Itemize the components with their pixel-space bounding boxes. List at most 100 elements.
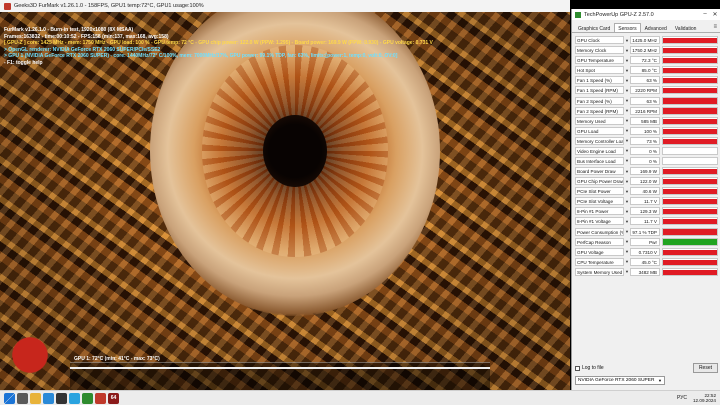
windows-start-icon[interactable] bbox=[4, 392, 15, 404]
furmark-title: Geeks3D FurMark v1.26.1.0 - 158FPS, GPU1… bbox=[14, 3, 204, 9]
sensor-graph-fill bbox=[663, 168, 717, 175]
sensor-graph-fill bbox=[663, 189, 717, 195]
sensor-row: PCIe Slot Voltage ▼ 11.7 V bbox=[575, 196, 718, 206]
terminal-icon[interactable] bbox=[56, 392, 67, 404]
tab-advanced[interactable]: Advanced bbox=[641, 23, 671, 32]
gpu-temp-graph-label: GPU 1: 72°C (min: 41°C - max: 73°C) bbox=[74, 356, 160, 362]
osd-line: > OpenGL renderer: NVIDIA GeForce RTX 20… bbox=[4, 46, 161, 53]
sensor-label: GPU Chip Power Draw bbox=[575, 177, 624, 186]
menu-icon[interactable]: ≡ bbox=[710, 23, 720, 32]
sensor-list: GPU Clock ▼ 1425.0 MHz Memory Clock ▼ 1750.2 … bbox=[575, 35, 718, 277]
sensor-graph-fill bbox=[663, 238, 717, 245]
tab-validation[interactable]: Validation bbox=[671, 23, 701, 32]
furmark-titlebar[interactable]: Geeks3D FurMark v1.26.1.0 - 158FPS, GPU1… bbox=[0, 0, 570, 12]
sensor-value: 72.3 °C bbox=[630, 56, 660, 65]
sensor-label: Fan 2 Speed (RPM) bbox=[575, 106, 624, 115]
sensor-label: 8-Pin #1 Voltage bbox=[575, 217, 624, 226]
sensor-value: 122.0 W bbox=[630, 177, 660, 186]
gpuz-window: TechPowerUp GPU-Z 2.57.0 – ✕ Graphics Ca… bbox=[571, 9, 720, 390]
chevron-down-icon: ▼ bbox=[658, 378, 662, 383]
sensor-row: GPU Temperature ▼ 72.3 °C bbox=[575, 55, 718, 65]
language-indicator[interactable]: РУС bbox=[677, 395, 687, 401]
sensor-value: 2220 RPM bbox=[630, 86, 660, 95]
gpuz-app-icon bbox=[575, 11, 581, 18]
sensor-row: Bus Interface Load ▼ 0 % bbox=[575, 156, 718, 166]
sensor-graph bbox=[662, 56, 718, 65]
gpuz-footer: Log to file Reset NVIDIA GeForce RTX 206… bbox=[575, 363, 718, 385]
sensor-label: Memory Controller Load bbox=[575, 136, 624, 145]
sensor-row: GPU Load ▼ 100 % bbox=[575, 126, 718, 136]
sensor-label: Hot Spot bbox=[575, 66, 624, 75]
gpuz-icon[interactable] bbox=[82, 392, 93, 404]
sensor-graph bbox=[662, 96, 718, 105]
clock[interactable]: 22:52 12.09.2024 bbox=[693, 393, 716, 404]
file-explorer-icon[interactable] bbox=[30, 392, 41, 404]
sensor-graph bbox=[662, 146, 718, 155]
telegram-icon[interactable] bbox=[69, 392, 80, 404]
sensor-label: Fan 1 Speed (RPM) bbox=[575, 86, 624, 95]
sensor-row: Fan 2 Speed (%) ▼ 63 % bbox=[575, 95, 718, 105]
sensor-value: Pwr bbox=[630, 237, 660, 246]
sensor-value: 0.7310 V bbox=[630, 247, 660, 256]
browser-icon[interactable] bbox=[43, 392, 54, 404]
sensor-label: CPU Temperature bbox=[575, 257, 624, 266]
furmark-osd: FurMark v1.26.1.0 - Burn-in test, 1920x1… bbox=[4, 27, 433, 67]
osd-line: FurMark v1.26.1.0 - Burn-in test, 1920x1… bbox=[4, 27, 134, 33]
sensor-row: 8-Pin #1 Voltage ▼ 11.7 V bbox=[575, 216, 718, 226]
sensor-label: GPU Temperature bbox=[575, 56, 624, 65]
sensor-graph-fill bbox=[663, 48, 717, 54]
sensor-row: 8-Pin #1 Power ▼ 129.3 W bbox=[575, 206, 718, 216]
sensor-graph bbox=[662, 126, 718, 135]
sensor-row: Fan 1 Speed (RPM) ▼ 2220 RPM bbox=[575, 85, 718, 95]
tab-sensors[interactable]: Sensors bbox=[614, 23, 641, 32]
reset-button[interactable]: Reset bbox=[692, 363, 718, 373]
sensor-row: GPU Chip Power Draw ▼ 122.0 W bbox=[575, 176, 718, 186]
sensor-label: Memory Clock bbox=[575, 46, 624, 55]
close-icon[interactable]: ✕ bbox=[710, 11, 720, 18]
sensor-row: PerfCap Reason ▼ Pwr bbox=[575, 237, 718, 247]
sensor-row: System Memory Used ▼ 3482 MB bbox=[575, 267, 718, 277]
sensor-label: GPU Clock bbox=[575, 36, 624, 45]
sensor-value: 1750.2 MHz bbox=[630, 46, 660, 55]
sensor-label: Memory Used bbox=[575, 116, 624, 125]
sensor-graph-fill bbox=[663, 108, 717, 114]
sensor-value: 11.7 V bbox=[630, 197, 660, 206]
search-icon[interactable] bbox=[17, 392, 28, 404]
system-tray: РУС 22:52 12.09.2024 bbox=[677, 393, 720, 404]
sensor-row: Fan 1 Speed (%) ▼ 63 % bbox=[575, 75, 718, 85]
sensor-value: 63 % bbox=[630, 76, 660, 85]
sensor-value: 85.0 °C bbox=[630, 66, 660, 75]
sensor-label: Bus Interface Load bbox=[575, 156, 624, 165]
sensor-row: GPU Voltage ▼ 0.7310 V bbox=[575, 247, 718, 257]
sensor-row: GPU Clock ▼ 1425.0 MHz bbox=[575, 35, 718, 45]
sensor-graph-fill bbox=[663, 78, 717, 84]
sensor-graph bbox=[662, 237, 718, 246]
sensor-value: 0 % bbox=[630, 146, 660, 155]
sensor-graph bbox=[662, 116, 718, 125]
taskbar: 64 РУС 22:52 12.09.2024 bbox=[0, 390, 720, 405]
gpuz-titlebar[interactable]: TechPowerUp GPU-Z 2.57.0 – ✕ bbox=[572, 9, 720, 20]
sensor-graph-fill bbox=[663, 199, 717, 205]
log-to-file-checkbox[interactable] bbox=[575, 365, 580, 371]
device-select[interactable]: NVIDIA GeForce RTX 2060 SUPER ▼ bbox=[575, 376, 665, 385]
sensor-graph-fill bbox=[663, 118, 717, 124]
tab-graphics-card[interactable]: Graphics Card bbox=[574, 23, 614, 32]
sensor-graph-fill bbox=[663, 68, 717, 74]
sensor-row: Memory Controller Load ▼ 73 % bbox=[575, 136, 718, 146]
sensor-label: Board Power Draw bbox=[575, 167, 624, 176]
sensor-graph bbox=[662, 46, 718, 55]
sensor-graph-fill bbox=[663, 58, 717, 64]
device-select-value: NVIDIA GeForce RTX 2060 SUPER bbox=[578, 378, 655, 383]
osd-line: - F1: toggle help bbox=[4, 59, 43, 66]
sensor-value: 0 % bbox=[630, 156, 660, 165]
furmark-logo-icon bbox=[10, 322, 50, 382]
sensor-graph bbox=[662, 106, 718, 115]
sensor-graph-fill bbox=[663, 259, 717, 265]
app-64-icon[interactable]: 64 bbox=[108, 392, 119, 404]
furmark-app-icon bbox=[4, 2, 11, 10]
furmark-icon[interactable] bbox=[95, 392, 106, 404]
sensor-graph bbox=[662, 86, 718, 95]
sensor-graph bbox=[662, 197, 718, 206]
sensor-value: 169.9 W bbox=[630, 167, 660, 176]
minimize-icon[interactable]: – bbox=[700, 11, 710, 18]
